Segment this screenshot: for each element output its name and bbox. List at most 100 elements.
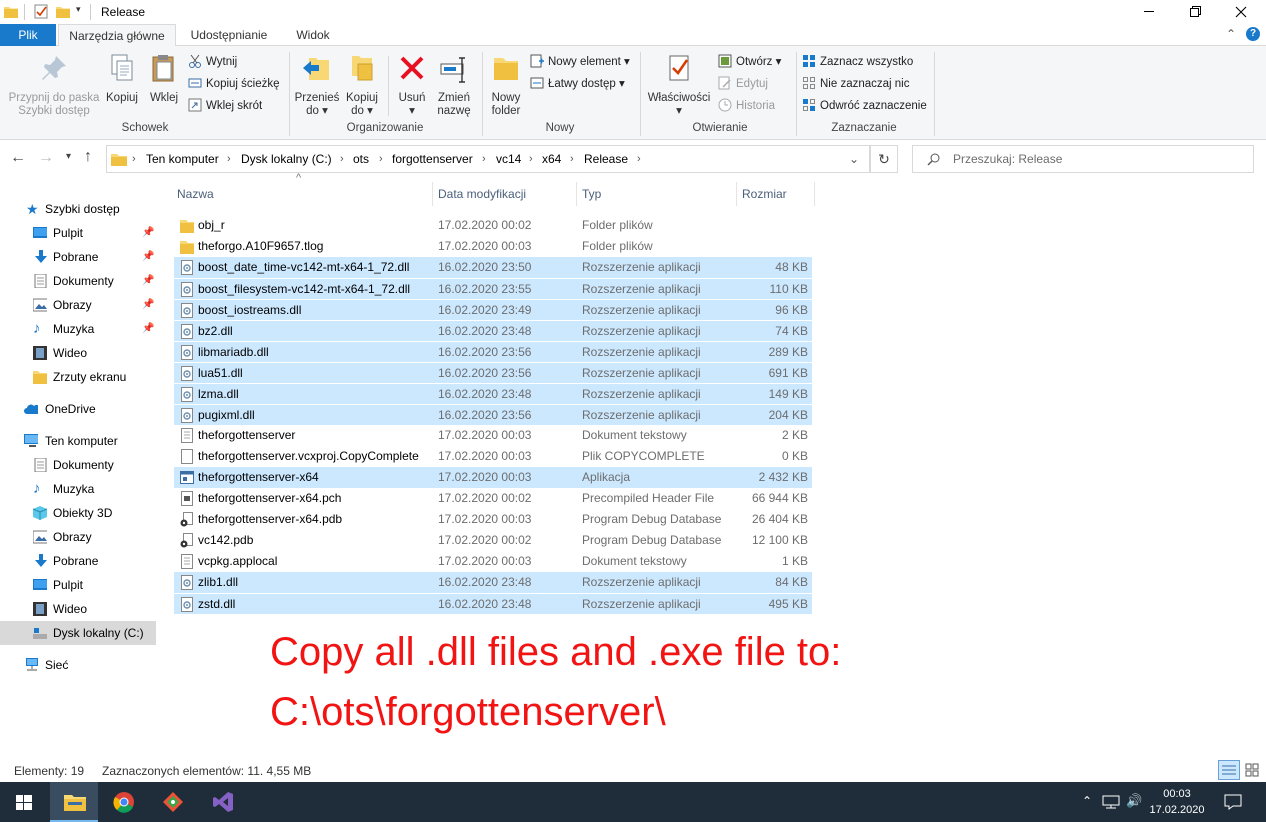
pin-icon[interactable]: 📌	[142, 317, 154, 341]
file-row[interactable]: boost_filesystem-vc142-mt-x64-1_72.dll 16…	[174, 278, 812, 299]
select-all-button[interactable]: Zaznacz wszystko	[802, 52, 913, 72]
nav-item-desktop[interactable]: Pulpit 📌	[0, 221, 156, 245]
column-divider[interactable]	[736, 182, 737, 206]
file-row[interactable]: theforgottenserver 17.02.2020 00:03 Dokume…	[174, 425, 812, 446]
breadcrumb-vc14[interactable]: vc14	[496, 146, 521, 172]
copy-to-button[interactable]: Kopiuj do ▾	[340, 50, 384, 118]
start-button[interactable]	[0, 782, 48, 822]
copy-button[interactable]: Kopiuj	[102, 50, 142, 105]
nav-pc-downloads[interactable]: Pobrane	[0, 549, 156, 573]
breadcrumb-chevron-icon[interactable]: ›	[132, 146, 136, 172]
pin-icon[interactable]: 📌	[142, 221, 154, 245]
nav-pc-desktop[interactable]: Pulpit	[0, 573, 156, 597]
pin-icon[interactable]: 📌	[142, 245, 154, 269]
column-divider[interactable]	[432, 182, 433, 206]
taskbar-git[interactable]	[148, 782, 196, 822]
file-row[interactable]: obj_r 17.02.2020 00:02 Folder plików	[174, 215, 812, 236]
column-header-date[interactable]: Data modyfikacji	[438, 178, 526, 210]
column-divider[interactable]	[814, 182, 815, 206]
large-icons-view-button[interactable]	[1242, 760, 1264, 780]
column-header-type[interactable]: Typ	[582, 178, 601, 210]
rename-button[interactable]: Zmień nazwę	[432, 50, 476, 118]
nav-network[interactable]: Sieć	[0, 653, 156, 677]
delete-button[interactable]: Usuń ▾	[392, 50, 432, 118]
column-header-name[interactable]: Nazwa	[177, 178, 214, 210]
forward-icon[interactable]: →	[38, 149, 54, 167]
pin-quick-access-button[interactable]: Przypnij do paska Szybki dostęp	[6, 50, 102, 118]
invert-selection-button[interactable]: Odwróć zaznaczenie	[802, 96, 927, 116]
file-row[interactable]: theforgottenserver-x64.pch 17.02.2020 00:…	[174, 488, 812, 509]
paste-shortcut-button[interactable]: Wklej skrót	[188, 96, 262, 116]
notifications-icon[interactable]	[1224, 794, 1242, 810]
breadcrumb-local-disk[interactable]: Dysk lokalny (C:)	[241, 146, 332, 172]
nav-pc-video[interactable]: Wideo	[0, 597, 156, 621]
properties-check-icon[interactable]	[34, 4, 48, 19]
breadcrumb-chevron-icon[interactable]: ›	[529, 146, 533, 172]
tab-home[interactable]: Narzędzia główne	[58, 24, 176, 47]
new-item-button[interactable]: Nowy element ▾	[530, 52, 630, 72]
nav-item-video[interactable]: Wideo	[0, 341, 156, 365]
nav-quick-access[interactable]: ★ Szybki dostęp	[0, 197, 156, 221]
breadcrumb-release[interactable]: Release	[584, 146, 628, 172]
volume-icon[interactable]: 🔊	[1126, 793, 1142, 809]
paste-button[interactable]: Wklej	[144, 50, 184, 105]
close-button[interactable]	[1218, 0, 1264, 24]
nav-pc-pictures[interactable]: Obrazy	[0, 525, 156, 549]
taskbar-visual-studio[interactable]	[198, 782, 246, 822]
nav-item-downloads[interactable]: Pobrane 📌	[0, 245, 156, 269]
up-icon[interactable]: ↑	[84, 148, 92, 166]
move-to-button[interactable]: Przenieś do ▾	[294, 50, 340, 118]
address-bar[interactable]: › Ten komputer › Dysk lokalny (C:) › ots…	[106, 145, 870, 173]
file-row[interactable]: theforgottenserver-x64.pdb 17.02.2020 00:…	[174, 509, 812, 530]
file-row[interactable]: vcpkg.applocal 17.02.2020 00:03 Dokument t…	[174, 551, 812, 572]
recent-locations-icon[interactable]: ▾	[66, 151, 71, 162]
search-box[interactable]: Przeszukaj: Release	[912, 145, 1254, 173]
breadcrumb-chevron-icon[interactable]: ›	[340, 146, 344, 172]
network-status-icon[interactable]	[1102, 795, 1120, 809]
file-row[interactable]: zstd.dll 16.02.2020 23:48 Rozszerzenie apl…	[174, 593, 812, 614]
refresh-icon[interactable]: ↻	[870, 145, 898, 173]
open-button[interactable]: Otwórz ▾	[718, 52, 781, 72]
show-hidden-icons-icon[interactable]: ⌃	[1082, 794, 1092, 808]
minimize-button[interactable]	[1126, 0, 1172, 24]
nav-pc-local-disk[interactable]: Dysk lokalny (C:)	[0, 621, 156, 645]
edit-button[interactable]: Edytuj	[718, 74, 768, 94]
breadcrumb-chevron-icon[interactable]: ›	[227, 146, 231, 172]
back-icon[interactable]: ←	[10, 149, 26, 167]
details-view-button[interactable]	[1218, 760, 1240, 780]
file-row[interactable]: lua51.dll 16.02.2020 23:56 Rozszerzenie ap…	[174, 362, 812, 383]
file-row[interactable]: vc142.pdb 17.02.2020 00:02 Program Debug D…	[174, 530, 812, 551]
file-row[interactable]: lzma.dll 16.02.2020 23:48 Rozszerzenie apl…	[174, 383, 812, 404]
nav-item-documents[interactable]: Dokumenty 📌	[0, 269, 156, 293]
breadcrumb-chevron-icon[interactable]: ›	[637, 146, 641, 172]
nav-pc-3d-objects[interactable]: Obiekty 3D	[0, 501, 156, 525]
new-folder-button[interactable]: Nowy folder	[486, 50, 526, 118]
restore-button[interactable]	[1172, 0, 1218, 24]
new-folder-icon[interactable]	[56, 5, 70, 18]
breadcrumb-this-pc[interactable]: Ten komputer	[146, 146, 219, 172]
collapse-ribbon-icon[interactable]: ⌃	[1226, 27, 1236, 41]
nav-pc-music[interactable]: ♪ Muzyka	[0, 477, 156, 501]
nav-pc-documents[interactable]: Dokumenty	[0, 453, 156, 477]
address-dropdown-icon[interactable]: ⌄	[849, 146, 859, 172]
easy-access-button[interactable]: Łatwy dostęp ▾	[530, 74, 625, 94]
chevron-down-icon[interactable]: ▾	[76, 4, 81, 15]
file-row[interactable]: boost_date_time-vc142-mt-x64-1_72.dll 16.…	[174, 257, 812, 278]
nav-onedrive[interactable]: OneDrive	[0, 397, 156, 421]
copy-path-button[interactable]: Kopiuj ścieżkę	[188, 74, 280, 94]
column-divider[interactable]	[576, 182, 577, 206]
tab-share[interactable]: Udostępnianie	[180, 24, 278, 46]
tab-file[interactable]: Plik	[0, 24, 56, 46]
help-icon[interactable]: ?	[1246, 27, 1260, 41]
breadcrumb-chevron-icon[interactable]: ›	[482, 146, 486, 172]
file-row[interactable]: pugixml.dll 16.02.2020 23:56 Rozszerzenie …	[174, 404, 812, 425]
breadcrumb-forgottenserver[interactable]: forgottenserver	[392, 146, 473, 172]
nav-item-pictures[interactable]: Obrazy 📌	[0, 293, 156, 317]
nav-this-pc[interactable]: Ten komputer	[0, 429, 156, 453]
file-row[interactable]: bz2.dll 16.02.2020 23:48 Rozszerzenie apli…	[174, 320, 812, 341]
select-none-button[interactable]: Nie zaznaczaj nic	[802, 74, 909, 94]
breadcrumb-ots[interactable]: ots	[353, 146, 369, 172]
properties-button[interactable]: Właściwości ▾	[646, 50, 712, 118]
nav-item-screenshots[interactable]: Zrzuty ekranu	[0, 365, 156, 389]
taskbar-file-explorer[interactable]	[50, 782, 98, 822]
